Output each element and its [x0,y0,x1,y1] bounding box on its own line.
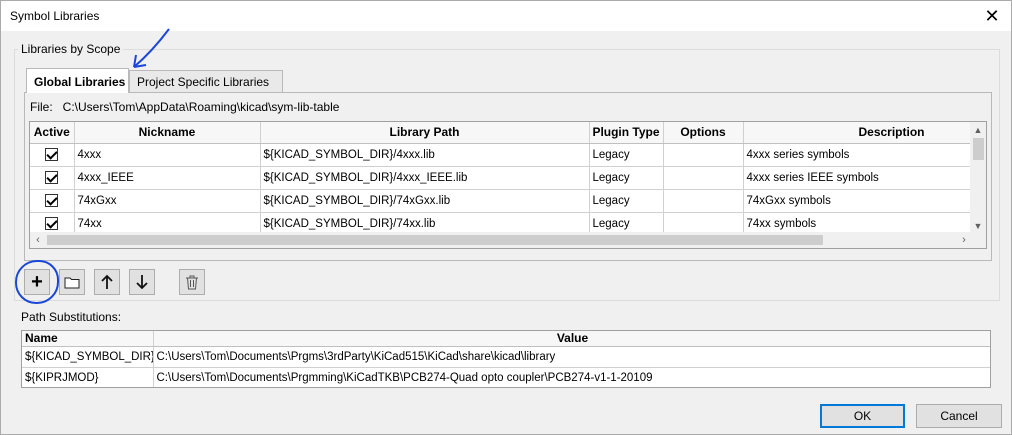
column-header-value: Value [153,331,990,347]
horizontal-scrollbar[interactable]: ‹ › [30,232,972,248]
add-library-button[interactable]: + [24,269,50,295]
nickname-cell[interactable]: 4xxx_IEEE [74,166,261,190]
table-row[interactable]: 4xxx_IEEE ${KICAD_SYMBOL_DIR}/4xxx_IEEE.… [30,166,972,190]
active-cell[interactable] [30,212,75,234]
subst-row[interactable]: ${KICAD_SYMBOL_DIR} C:\Users\Tom\Documen… [22,346,990,368]
column-header-description[interactable]: Description [743,122,972,144]
options-cell[interactable] [663,143,744,167]
horizontal-scroll-thumb[interactable] [47,235,823,245]
table-row[interactable]: 74xGxx ${KICAD_SYMBOL_DIR}/74xGxx.lib Le… [30,189,972,213]
arrow-down-icon [136,275,148,290]
libraries-grid[interactable]: Active Nickname Library Path Plugin Type… [29,121,987,249]
description-cell[interactable]: 74xx symbols [743,212,972,234]
options-cell[interactable] [663,189,744,213]
column-header-nickname[interactable]: Nickname [74,122,261,144]
window-title: Symbol Libraries [10,9,100,23]
tab-project-specific-libraries[interactable]: Project Specific Libraries [129,70,283,92]
nickname-cell[interactable]: 4xxx [74,143,261,167]
file-row: File: C:\Users\Tom\AppData\Roaming\kicad\… [30,100,339,114]
options-cell[interactable] [663,166,744,190]
symbol-libraries-dialog: Symbol Libraries ✕ Libraries by Scope Gl… [0,0,1012,435]
trash-icon [186,275,198,290]
library-path-cell[interactable]: ${KICAD_SYMBOL_DIR}/74xx.lib [260,212,590,234]
active-checkbox[interactable] [45,194,59,207]
cancel-button[interactable]: Cancel [916,404,1002,428]
arrow-up-icon [101,274,113,289]
subst-name-cell[interactable]: ${KIPRJMOD} [22,367,154,387]
browse-library-button[interactable] [59,269,85,295]
scroll-left-icon[interactable]: ‹ [30,232,46,248]
subst-value-cell[interactable]: C:\Users\Tom\Documents\Prgms\3rdParty\Ki… [153,346,990,368]
table-header-row: Active Nickname Library Path Plugin Type… [30,122,972,144]
library-path-cell[interactable]: ${KICAD_SYMBOL_DIR}/4xxx.lib [260,143,590,167]
tab-global-libraries[interactable]: Global Libraries [26,68,129,93]
libraries-by-scope-label: Libraries by Scope [18,42,124,56]
file-path: C:\Users\Tom\AppData\Roaming\kicad\sym-l… [62,100,340,114]
move-up-button[interactable] [94,269,120,295]
plugin-type-cell[interactable]: Legacy [589,143,664,167]
folder-icon [64,277,80,289]
vertical-scroll-thumb[interactable] [973,138,984,160]
active-checkbox[interactable] [45,171,59,184]
path-substitutions-label: Path Substitutions: [21,310,122,324]
description-cell[interactable]: 74xGxx symbols [743,189,972,213]
subst-name-cell[interactable]: ${KICAD_SYMBOL_DIR} [22,346,154,368]
column-header-plugin-type[interactable]: Plugin Type [589,122,664,144]
global-libraries-panel: File: C:\Users\Tom\AppData\Roaming\kicad\… [24,92,992,261]
subst-header-row: Name Value [22,331,990,347]
column-header-library-path[interactable]: Library Path [260,122,590,144]
move-down-button[interactable] [129,269,155,295]
active-checkbox[interactable] [45,148,59,161]
column-header-options[interactable]: Options [663,122,744,144]
table-row[interactable]: 4xxx ${KICAD_SYMBOL_DIR}/4xxx.lib Legacy… [30,143,972,167]
ok-button[interactable]: OK [820,404,905,428]
library-path-cell[interactable]: ${KICAD_SYMBOL_DIR}/74xGxx.lib [260,189,590,213]
options-cell[interactable] [663,212,744,234]
libraries-table: Active Nickname Library Path Plugin Type… [30,122,972,234]
vertical-scrollbar[interactable]: ▲ ▼ [970,122,986,234]
subst-row[interactable]: ${KIPRJMOD} C:\Users\Tom\Documents\Prgmm… [22,367,990,387]
plugin-type-cell[interactable]: Legacy [589,212,664,234]
column-header-active[interactable]: Active [30,122,75,144]
column-header-name: Name [22,331,154,347]
plugin-type-cell[interactable]: Legacy [589,166,664,190]
file-label: File: [30,100,53,114]
library-path-cell[interactable]: ${KICAD_SYMBOL_DIR}/4xxx_IEEE.lib [260,166,590,190]
path-substitutions-grid[interactable]: Name Value ${KICAD_SYMBOL_DIR} C:\Users\… [21,330,991,388]
description-cell[interactable]: 4xxx series symbols [743,143,972,167]
nickname-cell[interactable]: 74xx [74,212,261,234]
title-bar: Symbol Libraries ✕ [1,1,1011,31]
scroll-up-icon[interactable]: ▲ [970,122,986,138]
plugin-type-cell[interactable]: Legacy [589,189,664,213]
active-cell[interactable] [30,189,75,213]
plus-icon: + [31,271,43,293]
path-substitutions-table: Name Value ${KICAD_SYMBOL_DIR} C:\Users\… [22,331,990,387]
remove-library-button[interactable] [179,269,205,295]
subst-value-cell[interactable]: C:\Users\Tom\Documents\Prgmming\KiCadTKB… [153,367,990,387]
active-checkbox[interactable] [45,217,59,230]
scroll-corner [970,232,986,248]
active-cell[interactable] [30,143,75,167]
table-row[interactable]: 74xx ${KICAD_SYMBOL_DIR}/74xx.lib Legacy… [30,212,972,234]
active-cell[interactable] [30,166,75,190]
description-cell[interactable]: 4xxx series IEEE symbols [743,166,972,190]
nickname-cell[interactable]: 74xGxx [74,189,261,213]
close-icon[interactable]: ✕ [981,5,1003,27]
